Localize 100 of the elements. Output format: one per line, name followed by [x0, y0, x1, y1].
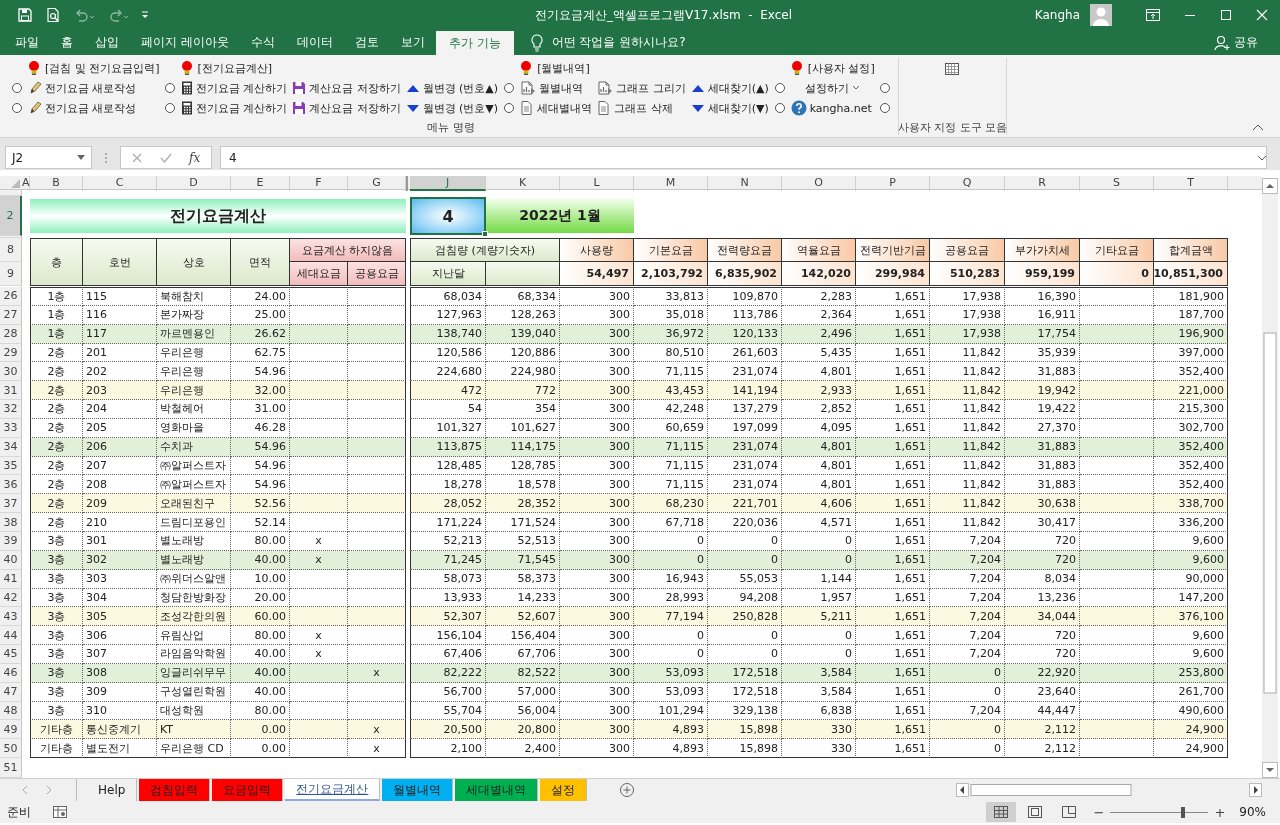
row-header[interactable]: 30: [0, 362, 22, 382]
horizontal-scrollbar[interactable]: [956, 783, 1262, 797]
radio-button[interactable]: [11, 82, 23, 94]
row-header[interactable]: 26: [0, 287, 22, 306]
row-header[interactable]: 38: [0, 513, 22, 532]
radio-button[interactable]: [163, 102, 176, 114]
ribbon-button[interactable]: 전기요금 새로작성: [27, 99, 138, 117]
maximize-icon[interactable]: [1220, 9, 1232, 21]
add-sheet-icon[interactable]: [619, 782, 636, 798]
radio-button[interactable]: [878, 102, 891, 114]
row-header[interactable]: 37: [0, 494, 22, 514]
row-header[interactable]: 32: [0, 400, 22, 419]
column-header[interactable]: G: [348, 176, 406, 191]
column-header[interactable]: M: [634, 176, 708, 191]
sheet-tab[interactable]: 설정: [540, 779, 588, 801]
share-button[interactable]: 공유: [1214, 30, 1280, 55]
enter-check-icon[interactable]: [160, 151, 172, 164]
link-button[interactable]: kangha.net: [789, 99, 873, 117]
zoom-level[interactable]: 90%: [1239, 805, 1266, 819]
ribbon-button[interactable]: 전기요금 계산하기: [179, 99, 289, 117]
radio-button[interactable]: [878, 82, 891, 94]
grid-icon[interactable]: [944, 62, 961, 76]
radio-button[interactable]: [163, 82, 176, 94]
save-icon[interactable]: [17, 7, 33, 23]
view-button[interactable]: [985, 802, 1016, 822]
column-header[interactable]: K: [486, 176, 560, 191]
ribbon-button[interactable]: 월별내역: [519, 79, 585, 97]
zoom-out-button[interactable]: −: [1093, 804, 1105, 820]
ribbon-button[interactable]: 세대찾기(▲): [689, 79, 770, 97]
ribbon-button[interactable]: 전기요금 새로작성: [27, 79, 138, 97]
row-header[interactable]: 36: [0, 475, 22, 495]
row-header[interactable]: 51: [0, 758, 22, 778]
ribbon-tab[interactable]: 보기: [389, 30, 436, 55]
row-header[interactable]: 2: [0, 196, 22, 236]
ribbon-button[interactable]: 월변경 (번호▲): [404, 79, 500, 97]
name-box[interactable]: J2: [5, 146, 92, 169]
macro-record-icon[interactable]: [53, 806, 67, 818]
ribbon-tab[interactable]: 검토: [343, 30, 390, 55]
column-header[interactable]: D: [157, 176, 231, 191]
column-header[interactable]: B: [30, 176, 83, 191]
ribbon-tab[interactable]: 추가 기능: [435, 31, 514, 55]
sheet-tab[interactable]: 전기요금계산: [285, 779, 381, 801]
row-header[interactable]: 49: [0, 720, 22, 740]
column-header[interactable]: C: [83, 176, 157, 191]
sheet-tab[interactable]: 검침입력: [139, 779, 211, 801]
radio-button[interactable]: [11, 102, 23, 114]
row-header[interactable]: 9: [0, 262, 22, 286]
ribbon-tab[interactable]: 삽입: [84, 30, 130, 55]
ribbon-button[interactable]: 그래프 삭제: [596, 99, 674, 117]
customize-caret-icon[interactable]: [141, 11, 149, 19]
selected-cell[interactable]: 4: [410, 197, 486, 235]
ribbon-tab[interactable]: 수식: [239, 30, 286, 55]
ribbon-button[interactable]: 계산요금 저장하기: [291, 99, 402, 117]
sheet-tab[interactable]: 월별내역: [382, 779, 454, 801]
column-header[interactable]: R: [1005, 176, 1080, 191]
column-header[interactable]: L: [560, 176, 634, 191]
column-header[interactable]: J: [410, 176, 486, 191]
row-header[interactable]: 8: [0, 238, 22, 262]
zoom-thumb[interactable]: [1180, 806, 1185, 818]
fill-handle[interactable]: [482, 231, 488, 237]
dropdown-button[interactable]: 설정하기: [803, 79, 861, 97]
sheet-tab[interactable]: 요금입력: [212, 779, 284, 801]
collapse-ribbon-icon[interactable]: [1252, 123, 1264, 131]
redo-icon[interactable]: [107, 7, 129, 23]
formula-field[interactable]: 4: [220, 146, 1267, 169]
ribbon-tab[interactable]: 페이지 레이아웃: [130, 30, 240, 55]
sheet-tab[interactable]: 세대별내역: [455, 779, 539, 801]
radio-button[interactable]: [503, 102, 516, 114]
column-header[interactable]: O: [782, 176, 856, 191]
column-header[interactable]: T: [1154, 176, 1228, 191]
radio-button[interactable]: [773, 82, 786, 94]
ribbon-tab[interactable]: 홈: [50, 30, 84, 55]
ribbon-button[interactable]: 전기요금 계산하기: [179, 79, 289, 97]
column-header[interactable]: P: [856, 176, 930, 191]
row-header[interactable]: 45: [0, 645, 22, 664]
ribbon-button[interactable]: 계산요금 저장하기: [291, 79, 402, 97]
tell-me-box[interactable]: 어떤 작업을 원하시나요?: [551, 30, 686, 55]
radio-button[interactable]: [503, 82, 516, 94]
print-preview-icon[interactable]: [45, 7, 61, 23]
ribbon-display-icon[interactable]: [1146, 9, 1160, 21]
column-header[interactable]: E: [231, 176, 290, 191]
lightbulb-icon[interactable]: [529, 33, 544, 52]
vertical-scrollbar[interactable]: [1262, 178, 1278, 778]
close-icon[interactable]: [1256, 9, 1268, 21]
ribbon-button[interactable]: 세대별내역: [519, 99, 594, 117]
row-header[interactable]: 44: [0, 626, 22, 646]
row-header[interactable]: 50: [0, 739, 22, 759]
row-header[interactable]: 31: [0, 381, 22, 401]
ribbon-tab[interactable]: 데이터: [285, 30, 344, 55]
column-header[interactable]: S: [1080, 176, 1154, 191]
radio-button[interactable]: [773, 102, 786, 114]
column-header[interactable]: F: [290, 176, 348, 191]
column-header[interactable]: Q: [930, 176, 1005, 191]
row-header[interactable]: 43: [0, 607, 22, 627]
ribbon-button[interactable]: 그래프 그리기: [596, 79, 687, 97]
zoom-in-button[interactable]: +: [1214, 804, 1226, 820]
ribbon-button[interactable]: 세대찾기(▼): [689, 99, 770, 117]
ribbon-tab[interactable]: 파일: [4, 30, 50, 55]
column-header[interactable]: N: [708, 176, 782, 191]
insert-function-button[interactable]: fx: [189, 150, 201, 165]
